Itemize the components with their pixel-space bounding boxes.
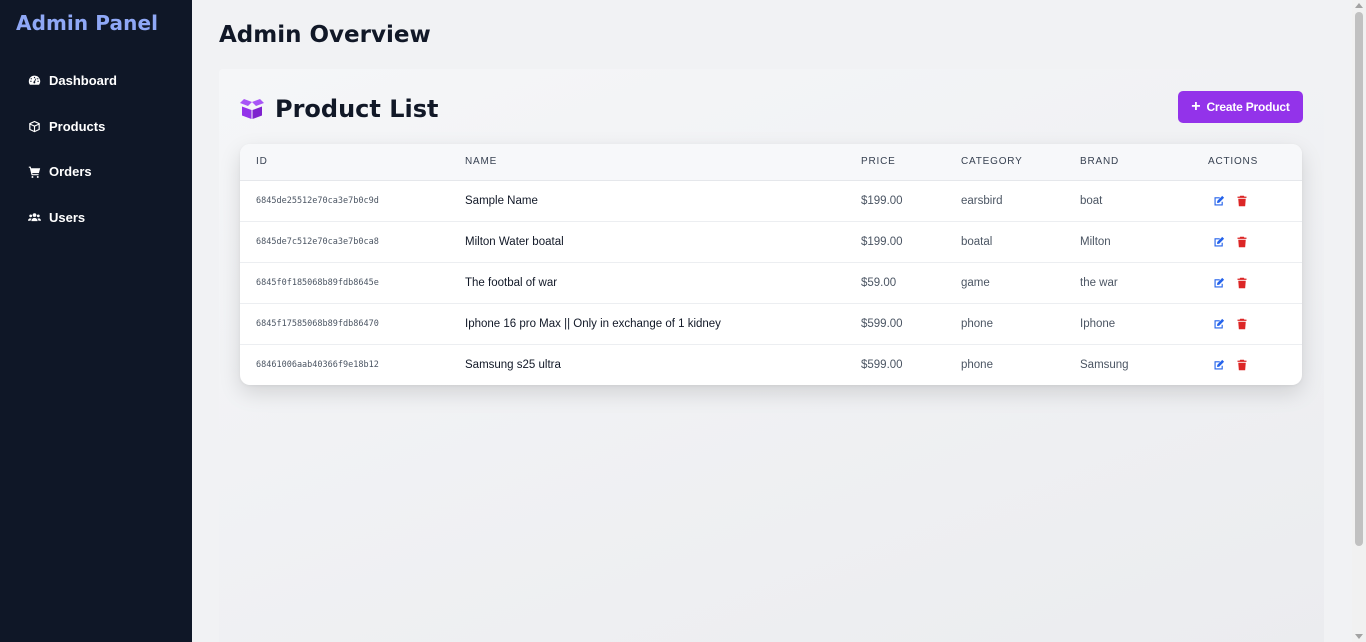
tachometer-icon [27, 74, 41, 88]
scroll-thumb[interactable] [1355, 12, 1363, 546]
edit-icon[interactable] [1212, 235, 1225, 248]
trash-icon[interactable] [1235, 358, 1248, 371]
create-product-label: Create Product [1206, 100, 1290, 114]
cell-price: $599.00 [861, 317, 903, 330]
scroll-up-arrow-icon[interactable] [1355, 3, 1363, 8]
sidebar-item-users[interactable]: Users [0, 195, 192, 241]
trash-icon[interactable] [1235, 317, 1248, 330]
column-header-category: CATEGORY [961, 156, 1023, 168]
trash-icon[interactable] [1235, 276, 1248, 289]
cell-id: 6845f17585068b89fdb86470 [256, 318, 379, 329]
table-row: 6845de7c512e70ca3e7b0ca8 Milton Water bo… [240, 221, 1302, 262]
cell-brand: Samsung [1080, 358, 1129, 371]
cell-category: earsbird [961, 194, 1003, 207]
cell-brand: Milton [1080, 235, 1111, 248]
create-product-button[interactable]: + Create Product [1178, 91, 1303, 123]
page-title: Admin Overview [219, 22, 431, 48]
sidebar: Admin Panel Dashboard Products Orders Us… [0, 0, 192, 642]
brand-title: Admin Panel [16, 11, 159, 35]
plus-icon: + [1191, 98, 1201, 115]
cell-actions [1208, 221, 1302, 262]
column-header-id: ID [256, 156, 268, 168]
cell-actions [1208, 180, 1302, 221]
product-table: ID NAME PRICE CATEGORY BRAND ACTIONS 684… [240, 144, 1302, 385]
sidebar-item-label: Dashboard [49, 73, 117, 89]
panel-header: Product List [240, 95, 439, 123]
cell-actions [1208, 262, 1302, 303]
main-content: Admin Overview Product List + Create Pro… [192, 0, 1352, 642]
cell-id: 6845f0f185068b89fdb8645e [256, 277, 379, 288]
cell-category: phone [961, 317, 993, 330]
panel-title: Product List [275, 95, 439, 123]
edit-icon[interactable] [1212, 194, 1225, 207]
sidebar-item-label: Products [49, 118, 106, 134]
product-table-card: ID NAME PRICE CATEGORY BRAND ACTIONS 684… [240, 144, 1302, 385]
product-panel: Product List + Create Product ID NAME PR… [219, 69, 1324, 642]
box-icon [27, 119, 41, 133]
cell-category: boatal [961, 235, 993, 248]
cell-name: Samsung s25 ultra [465, 358, 561, 371]
table-row: 68461006aab40366f9e18b12 Samsung s25 ult… [240, 344, 1302, 385]
cell-category: phone [961, 358, 993, 371]
box-open-icon [240, 99, 264, 119]
cell-id: 6845de25512e70ca3e7b0c9d [256, 195, 379, 206]
cell-price: $599.00 [861, 358, 903, 371]
cell-name: Milton Water boatal [465, 235, 564, 248]
users-icon [27, 210, 41, 224]
sidebar-nav: Dashboard Products Orders Users [0, 58, 192, 240]
edit-icon[interactable] [1212, 358, 1225, 371]
trash-icon[interactable] [1235, 235, 1248, 248]
column-header-actions: ACTIONS [1208, 156, 1259, 168]
cell-id: 68461006aab40366f9e18b12 [256, 359, 379, 370]
sidebar-item-dashboard[interactable]: Dashboard [0, 58, 192, 104]
column-header-name: NAME [465, 156, 498, 168]
table-row: 6845de25512e70ca3e7b0c9d Sample Name $19… [240, 180, 1302, 221]
cell-actions [1208, 344, 1302, 385]
cell-price: $199.00 [861, 235, 903, 248]
sidebar-item-label: Orders [49, 164, 92, 180]
cell-category: game [961, 276, 990, 289]
cell-brand: the war [1080, 276, 1118, 289]
page-scrollbar[interactable] [1352, 0, 1366, 642]
cell-name: Iphone 16 pro Max || Only in exchange of… [465, 317, 721, 330]
cell-brand: boat [1080, 194, 1103, 207]
cell-brand: Iphone [1080, 317, 1116, 330]
cell-name: Sample Name [465, 194, 538, 207]
scroll-down-arrow-icon[interactable] [1355, 634, 1363, 639]
sidebar-item-orders[interactable]: Orders [0, 149, 192, 195]
cell-name: The footbal of war [465, 276, 558, 289]
sidebar-item-label: Users [49, 209, 86, 225]
cell-actions [1208, 303, 1302, 344]
column-header-price: PRICE [861, 156, 896, 168]
column-header-brand: BRAND [1080, 156, 1120, 168]
table-row: 6845f0f185068b89fdb8645e The footbal of … [240, 262, 1302, 303]
table-row: 6845f17585068b89fdb86470 Iphone 16 pro M… [240, 303, 1302, 344]
cart-icon [27, 165, 41, 179]
table-header-row: ID NAME PRICE CATEGORY BRAND ACTIONS [240, 144, 1302, 180]
cell-id: 6845de7c512e70ca3e7b0ca8 [256, 236, 379, 247]
cell-price: $199.00 [861, 194, 903, 207]
trash-icon[interactable] [1235, 194, 1248, 207]
edit-icon[interactable] [1212, 276, 1225, 289]
cell-price: $59.00 [861, 276, 897, 289]
sidebar-item-products[interactable]: Products [0, 104, 192, 150]
edit-icon[interactable] [1212, 317, 1225, 330]
